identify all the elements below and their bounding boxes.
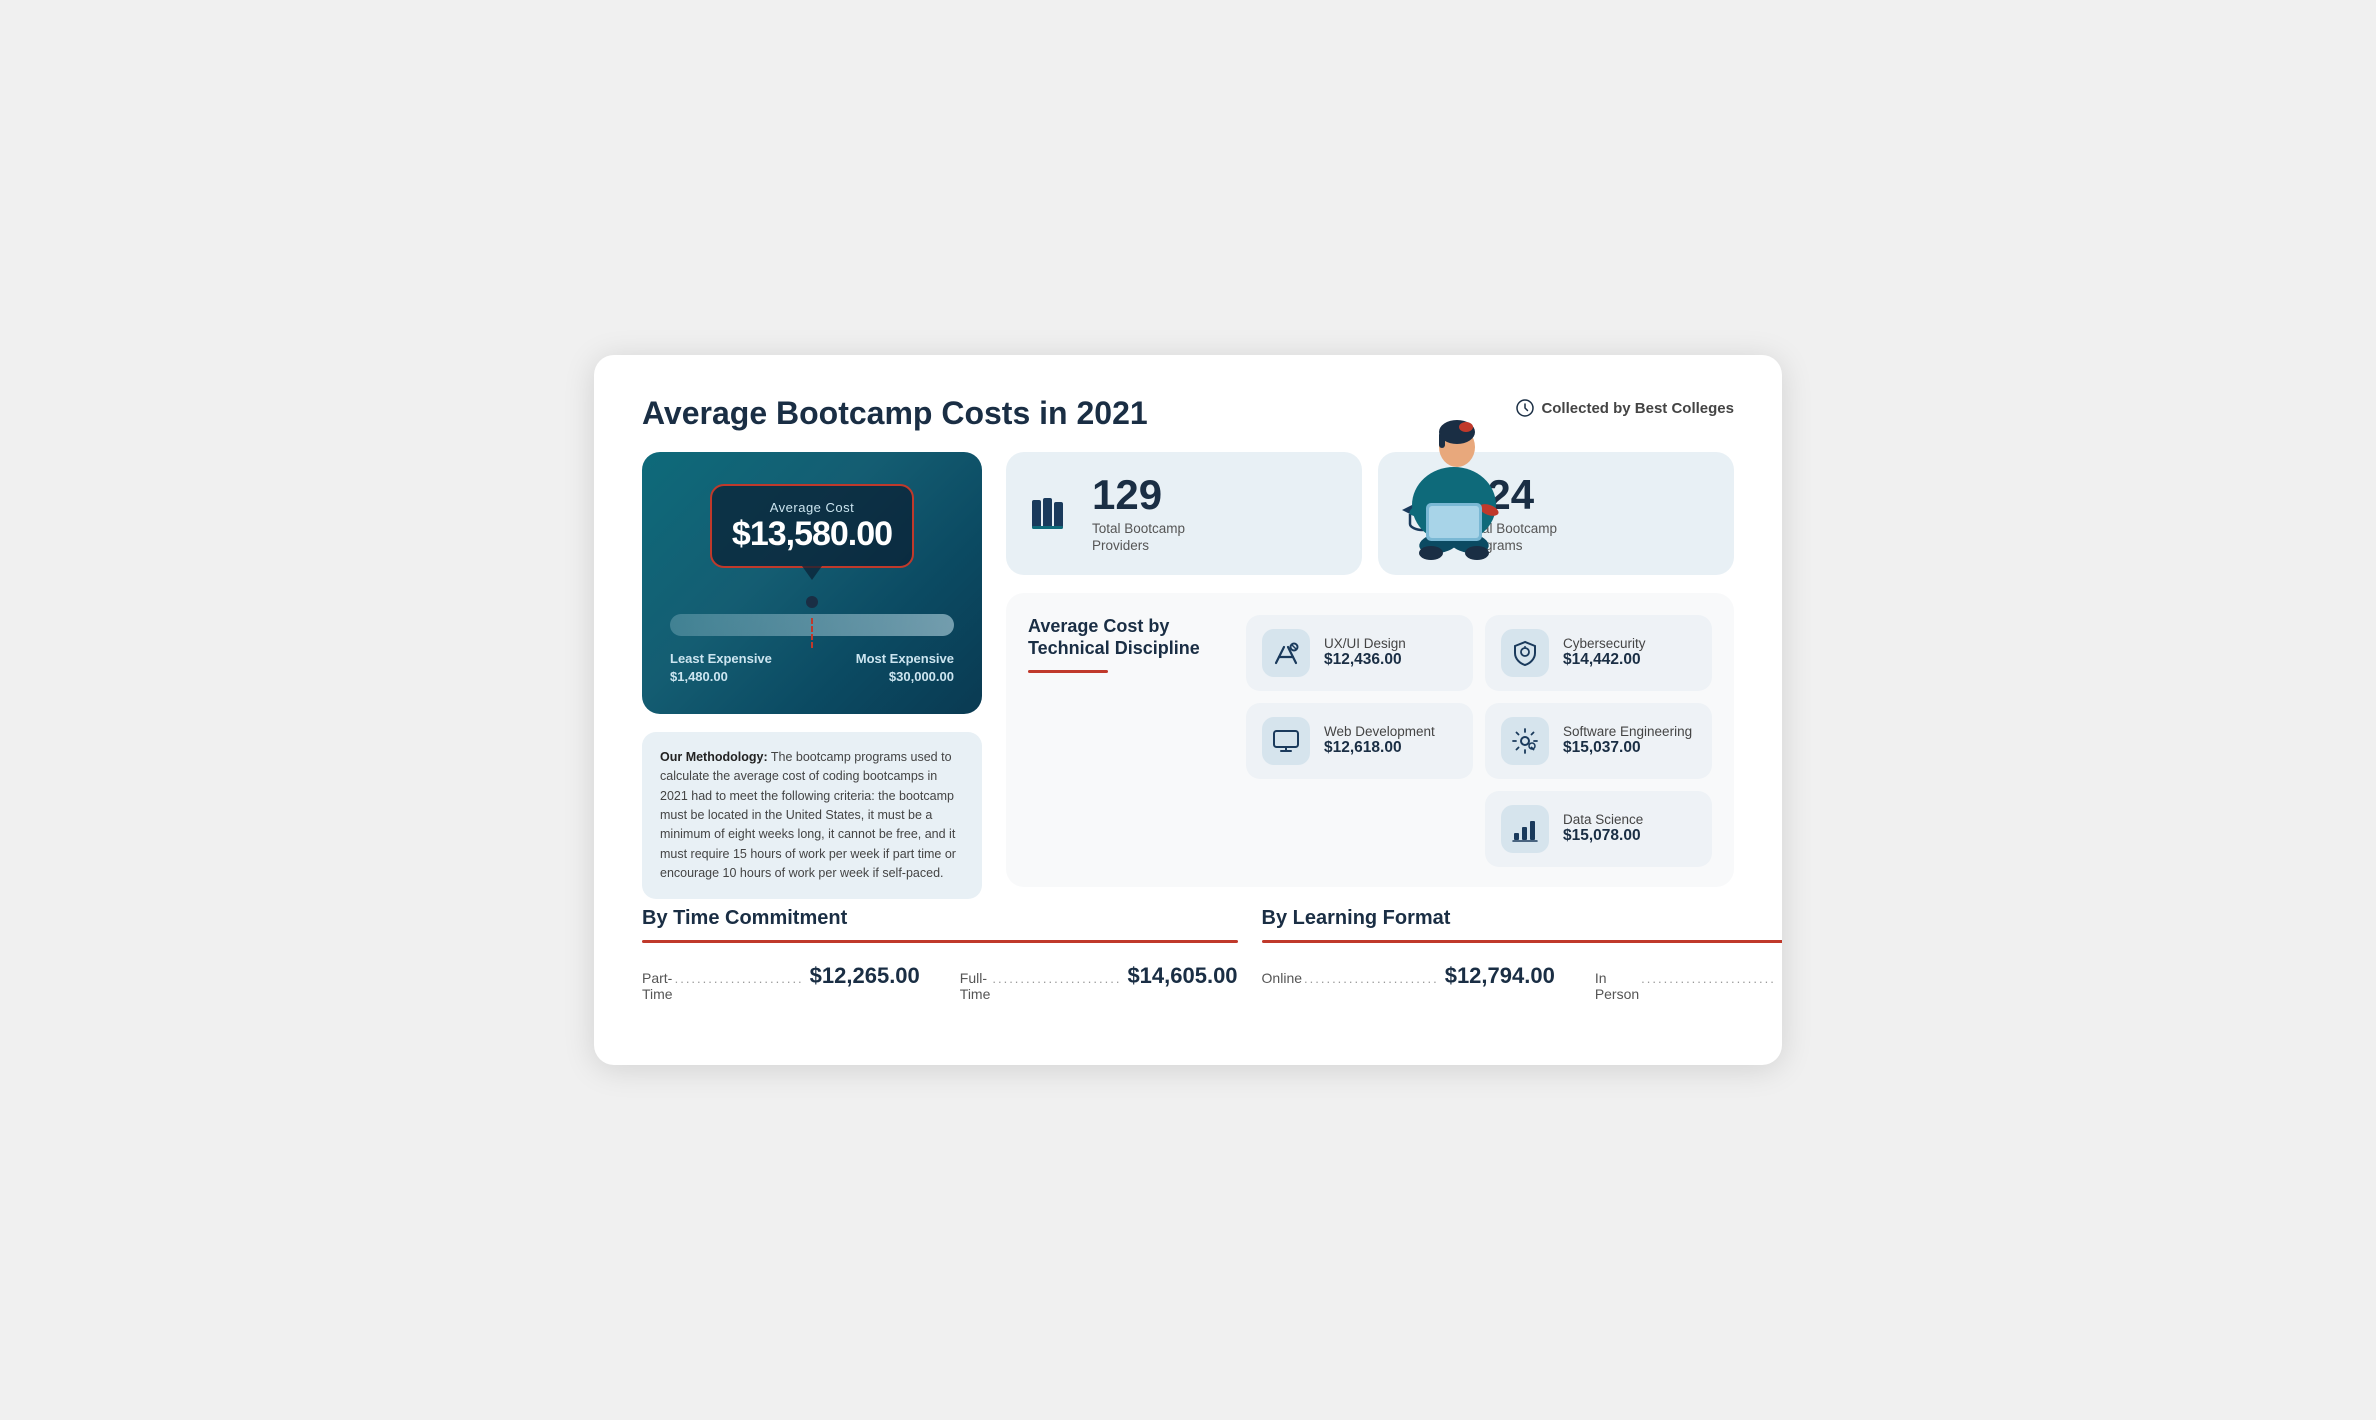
content-row: Average Cost $13,580.00 Least Expensive … (642, 452, 1734, 900)
discipline-item-ds: Data Science $15,078.00 (1485, 791, 1712, 867)
discipline-item-webdev: Web Development $12,618.00 (1246, 703, 1473, 779)
time-part-time: Part-Time ....................... $12,26… (642, 963, 920, 1002)
gauge-line-wrapper (670, 614, 954, 636)
time-commitment-values: Part-Time ....................... $12,26… (642, 963, 1238, 1002)
avg-cost-label: Average Cost (732, 500, 892, 515)
time-commitment-section: By Time Commitment Part-Time ...........… (642, 907, 1238, 1002)
right-panel: 129 Total Bootcamp Providers (1006, 452, 1734, 887)
gauge-dashed (811, 618, 813, 648)
discipline-item-ux: UX/UI Design $12,436.00 (1246, 615, 1473, 691)
gauge-dot (806, 596, 818, 608)
stat-card-providers: 129 Total Bootcamp Providers (1006, 452, 1362, 575)
avg-cost-value: $13,580.00 (732, 515, 892, 554)
discipline-info-se: Software Engineering $15,037.00 (1563, 724, 1692, 757)
person-illustration (1394, 395, 1514, 565)
learning-format-section: By Learning Format Online ..............… (1262, 907, 1782, 1002)
main-card: Average Bootcamp Costs in 2021 (594, 355, 1782, 1065)
learning-format-divider (1262, 940, 1782, 943)
monitor-icon (1262, 717, 1310, 765)
methodology-box: Our Methodology: The bootcamp programs u… (642, 732, 982, 900)
methodology-text: The bootcamp programs used to calculate … (660, 750, 956, 880)
discipline-divider (1028, 670, 1108, 673)
methodology-bold: Our Methodology: (660, 750, 768, 764)
format-online: Online ........................ $12,794.… (1262, 963, 1555, 989)
bottom-row: By Time Commitment Part-Time ...........… (642, 907, 1734, 1002)
stat-desc-providers: Total Bootcamp Providers (1092, 520, 1185, 555)
shield-icon (1501, 629, 1549, 677)
time-commitment-title: By Time Commitment (642, 907, 1238, 930)
discipline-header: Average Cost by Technical Discipline (1028, 615, 1228, 867)
discipline-title: Average Cost by Technical Discipline (1028, 615, 1228, 660)
stat-info-providers: 129 Total Bootcamp Providers (1092, 474, 1185, 555)
time-commitment-divider (642, 940, 1238, 943)
ux-icon (1262, 629, 1310, 677)
discipline-info-ux: UX/UI Design $12,436.00 (1324, 636, 1406, 669)
gauge-area: Least Expensive $1,480.00 Most Expensive… (670, 596, 954, 686)
chart-icon (1501, 805, 1549, 853)
discipline-info-ds: Data Science $15,078.00 (1563, 812, 1643, 845)
learning-format-title: By Learning Format (1262, 907, 1782, 930)
discipline-info-cyber: Cybersecurity $14,442.00 (1563, 636, 1646, 669)
time-full-time: Full-Time ....................... $14,60… (960, 963, 1238, 1002)
most-expensive: Most Expensive $30,000.00 (810, 650, 954, 686)
discipline-grid: UX/UI Design $12,436.00 (1246, 615, 1712, 867)
gauge-labels: Least Expensive $1,480.00 Most Expensive… (670, 650, 954, 686)
discipline-item-cyber: Cybersecurity $14,442.00 (1485, 615, 1712, 691)
discipline-info-webdev: Web Development $12,618.00 (1324, 724, 1435, 757)
avg-cost-bubble: Average Cost $13,580.00 (710, 484, 914, 568)
stat-number-providers: 129 (1092, 474, 1185, 516)
left-panel: Average Cost $13,580.00 Least Expensive … (642, 452, 982, 900)
gear-icon (1501, 717, 1549, 765)
learning-format-values: Online ........................ $12,794.… (1262, 963, 1782, 1002)
stats-row: 129 Total Bootcamp Providers (1006, 452, 1734, 575)
collected-by: Collected by Best Colleges (1516, 399, 1734, 417)
discipline-section: Average Cost by Technical Discipline (1006, 593, 1734, 887)
header-row: Average Bootcamp Costs in 2021 (642, 395, 1734, 432)
books-icon (1026, 490, 1074, 538)
page-title: Average Bootcamp Costs in 2021 (642, 395, 1148, 432)
clock-icon (1516, 399, 1534, 417)
cost-box: Average Cost $13,580.00 Least Expensive … (642, 452, 982, 714)
discipline-item-se: Software Engineering $15,037.00 (1485, 703, 1712, 779)
least-expensive: Least Expensive $1,480.00 (670, 650, 810, 686)
format-in-person: In Person ........................ $13,8… (1595, 963, 1782, 1002)
